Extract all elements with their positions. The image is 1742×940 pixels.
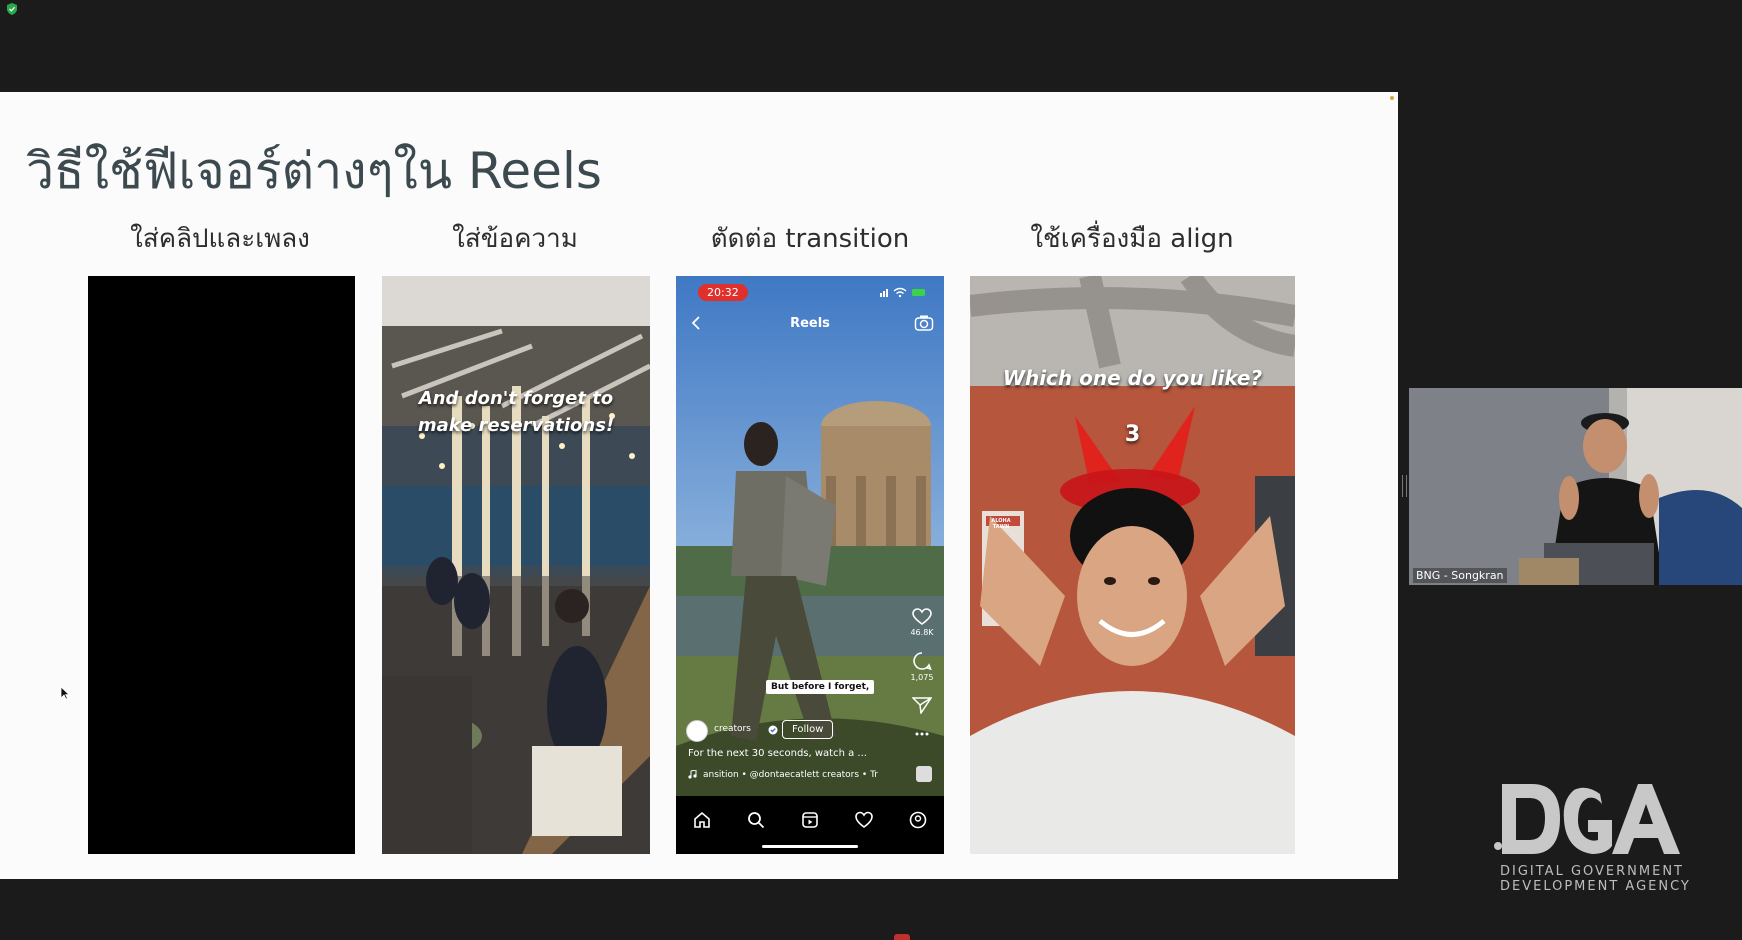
- profile-icon[interactable]: [908, 810, 928, 830]
- column-label-text: ใส่ข้อความ: [452, 224, 578, 254]
- like-count: 46.8K: [910, 628, 934, 637]
- poster-text: ALOHA TAWN: [991, 518, 1011, 530]
- bottom-nav-bar: [676, 796, 944, 854]
- participant-video[interactable]: BNG - Songkran: [1409, 388, 1742, 585]
- creator-row: creators Follow: [686, 720, 906, 742]
- slide-title: วิธีใช้ฟีเจอร์ต่างๆใน Reels: [26, 142, 602, 200]
- comment-icon[interactable]: [912, 651, 932, 671]
- video-panel-transition: 20:32 Reels 46.8K 1,075 But before I for…: [676, 276, 944, 854]
- status-time: 20:32: [698, 284, 748, 301]
- creator-avatar[interactable]: [686, 720, 708, 742]
- heart-icon[interactable]: [854, 810, 874, 830]
- overlay-question: Which one do you like?: [1002, 366, 1263, 390]
- video-panel-clips-music: [88, 276, 355, 854]
- search-icon[interactable]: [746, 810, 766, 830]
- audio-text: ansition • @dontaecatlett creators • Tr: [703, 770, 878, 780]
- comment-count: 1,075: [910, 673, 934, 682]
- heart-icon[interactable]: [912, 608, 932, 626]
- audio-thumbnail[interactable]: [916, 766, 932, 782]
- home-indicator: [762, 845, 858, 848]
- column-label-transition: ตัดต่อ transition: [710, 224, 910, 254]
- creator-name[interactable]: creators: [714, 724, 751, 734]
- follow-button[interactable]: Follow: [782, 720, 834, 739]
- participant-video-frame: [1409, 388, 1742, 585]
- participant-name-label: BNG - Songkran: [1413, 568, 1507, 583]
- selfie-scene-image: [970, 276, 1295, 854]
- logo-text-line2: DEVELOPMENT AGENCY: [1500, 879, 1691, 894]
- reel-description[interactable]: For the next 30 seconds, watch a ...: [688, 748, 867, 759]
- walking-man-scene-image: [676, 276, 944, 854]
- logo-text-line1: DIGITAL GOVERNMENT: [1500, 864, 1684, 879]
- panel-resize-handle[interactable]: [1402, 475, 1407, 497]
- reels-icon[interactable]: [800, 810, 820, 830]
- restaurant-scene-image: [382, 276, 650, 854]
- shield-icon: [7, 3, 17, 15]
- column-label-align: ใช้เครื่องมือ align: [1030, 224, 1234, 254]
- recording-indicator: [894, 934, 910, 940]
- column-label-clips-music: ใส่คลิปและเพลง: [130, 224, 310, 254]
- dga-logo: DIGITAL GOVERNMENT DEVELOPMENT AGENCY: [1488, 780, 1689, 900]
- music-icon: [688, 770, 697, 779]
- countdown-number: 3: [1124, 422, 1141, 447]
- more-dots-icon[interactable]: [912, 730, 932, 738]
- audio-row[interactable]: ansition • @dontaecatlett creators • Tr: [688, 770, 878, 780]
- send-icon[interactable]: [912, 696, 932, 714]
- reel-side-actions: 46.8K 1,075: [906, 608, 938, 738]
- slide-indicator-dot: [1390, 96, 1394, 100]
- verified-icon: [768, 725, 778, 735]
- status-icons: [880, 287, 925, 298]
- shared-slide: วิธีใช้ฟีเจอร์ต่างๆใน Reels ใส่คลิปและเพ…: [0, 92, 1398, 879]
- reels-header-title: Reels: [790, 316, 830, 331]
- overlay-text-line1: And don't forget to: [418, 388, 614, 409]
- video-caption: But before I forget,: [766, 680, 875, 694]
- camera-icon[interactable]: [914, 314, 934, 332]
- overlay-text-line2: make reservations!: [417, 415, 615, 436]
- video-panel-align: Which one do you like? 3 ALOHA TAWN: [970, 276, 1295, 854]
- mouse-cursor-icon: [60, 686, 70, 700]
- video-panel-text: And don't forget to make reservations!: [382, 276, 650, 854]
- home-icon[interactable]: [692, 810, 712, 830]
- dga-logo-mark: [1494, 784, 1680, 854]
